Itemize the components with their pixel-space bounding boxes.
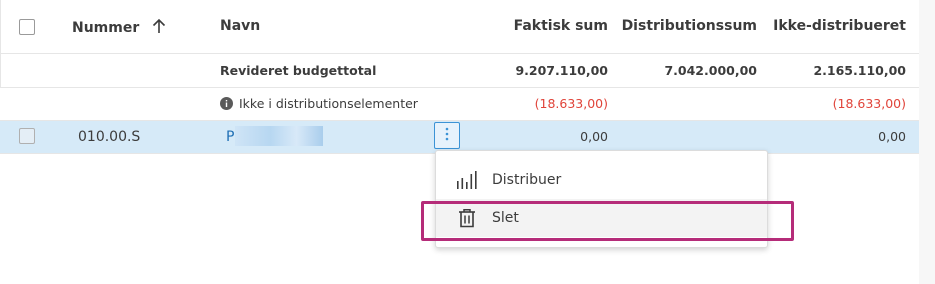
sort-ascending-icon bbox=[152, 18, 166, 38]
bar-chart-icon bbox=[456, 170, 478, 190]
vertical-scrollbar[interactable] bbox=[919, 0, 935, 284]
row-name-redacted bbox=[235, 126, 323, 146]
row-name-link[interactable]: P bbox=[226, 129, 234, 145]
revised-actual-sum: 9.207.110,00 bbox=[515, 63, 608, 78]
column-header-number[interactable]: Nummer bbox=[72, 18, 166, 38]
select-all-checkbox[interactable] bbox=[19, 19, 35, 35]
row-number: 010.00.S bbox=[78, 129, 141, 145]
revised-distribution-sum: 7.042.000,00 bbox=[664, 63, 757, 78]
row-checkbox[interactable] bbox=[19, 128, 35, 144]
more-vertical-icon bbox=[445, 126, 449, 145]
menu-item-distribute[interactable]: Distribuer bbox=[436, 161, 767, 199]
menu-item-distribute-label: Distribuer bbox=[492, 172, 562, 188]
row-actions-button[interactable] bbox=[434, 122, 460, 149]
column-header-name[interactable]: Navn bbox=[220, 18, 260, 34]
not-in-distribution-row: Ikke i distributionselementer bbox=[220, 96, 418, 111]
column-header-number-label: Nummer bbox=[72, 20, 140, 36]
left-border bbox=[0, 0, 1, 87]
column-header-actual-sum[interactable]: Faktisk sum bbox=[500, 18, 608, 34]
not-in-distribution-label: Ikke i distributionselementer bbox=[239, 96, 418, 111]
row-undistributed: 0,00 bbox=[878, 129, 906, 144]
delete-highlight-box bbox=[421, 201, 794, 241]
revised-budget-total-label: Revideret budgettotal bbox=[220, 63, 377, 78]
column-header-distribution-sum[interactable]: Distributionssum bbox=[615, 18, 757, 34]
not-in-distribution-actual-sum: (18.633,00) bbox=[534, 96, 608, 111]
revised-undistributed: 2.165.110,00 bbox=[813, 63, 906, 78]
info-icon bbox=[220, 97, 233, 110]
column-header-undistributed[interactable]: Ikke-distribueret bbox=[762, 18, 906, 34]
not-in-distribution-undistributed: (18.633,00) bbox=[832, 96, 906, 111]
row-divider bbox=[0, 87, 919, 88]
row-actual-sum: 0,00 bbox=[580, 129, 608, 144]
header-divider bbox=[0, 53, 919, 54]
